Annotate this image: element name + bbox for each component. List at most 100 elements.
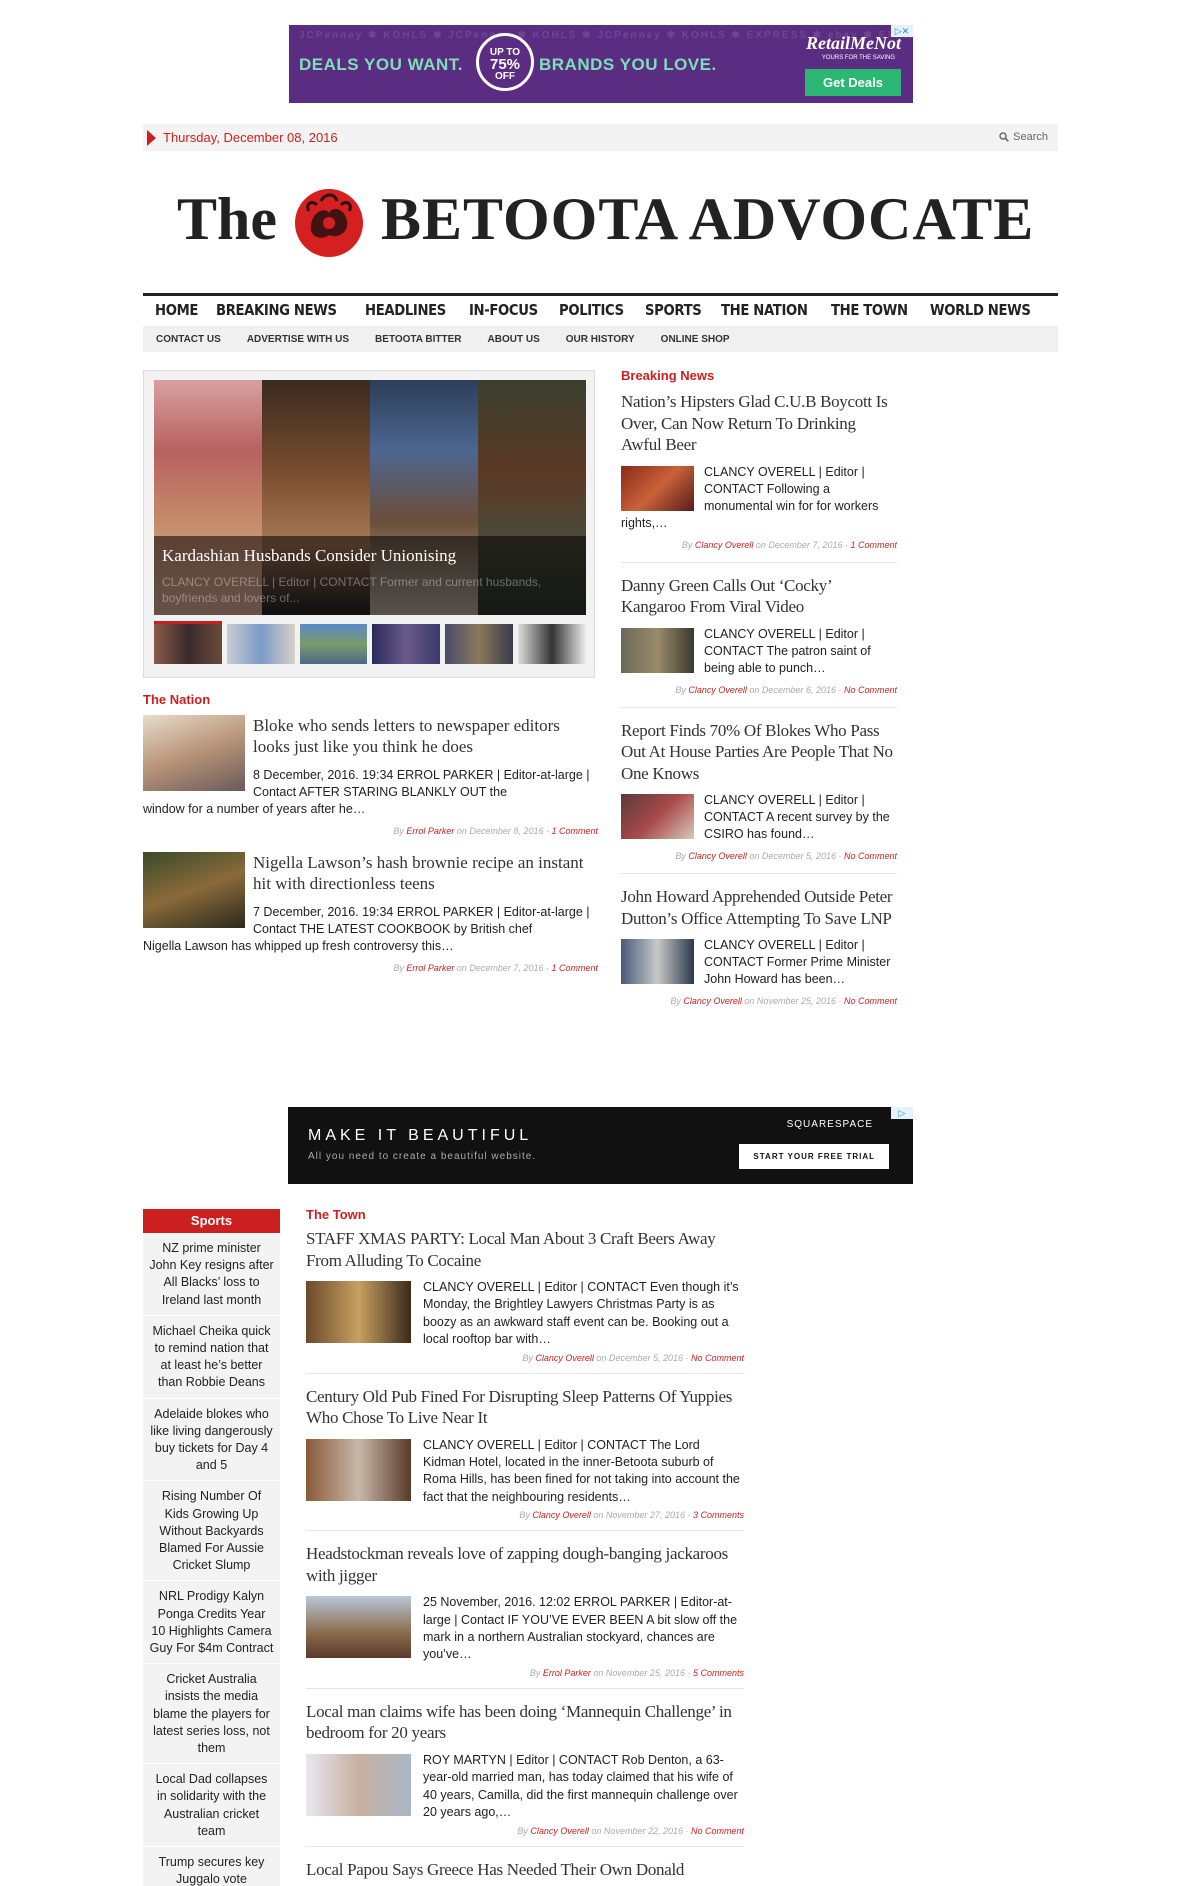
ad-subheadline: All you need to create a beautiful websi… xyxy=(308,1151,537,1162)
ad-brands-text: BRANDS YOU LOVE. xyxy=(539,55,717,74)
breaking-article: Report Finds 70% Of Blokes Who Pass Out … xyxy=(621,720,897,874)
article-headline[interactable]: Nation’s Hipsters Glad C.U.B Boycott Is … xyxy=(621,391,897,456)
section-heading-breaking-news[interactable]: Breaking News xyxy=(621,368,897,383)
article-author-link[interactable]: Clancy Overell xyxy=(688,685,747,695)
nav-world-news[interactable]: WORLD NEWS xyxy=(930,301,1031,319)
nav-home[interactable]: HOME xyxy=(155,301,198,319)
slider-thumbnail[interactable] xyxy=(445,624,514,664)
article-headline[interactable]: Danny Green Calls Out ‘Cocky’ Kangaroo F… xyxy=(621,575,897,618)
article-author-link[interactable]: Clancy Overell xyxy=(535,1353,594,1363)
meta-by: By xyxy=(670,996,681,1006)
article-headline[interactable]: STAFF XMAS PARTY: Local Man About 3 Craf… xyxy=(306,1228,744,1271)
article-thumbnail[interactable] xyxy=(621,939,694,984)
article-thumbnail[interactable] xyxy=(143,715,245,791)
section-heading-the-town[interactable]: The Town xyxy=(306,1207,744,1222)
squarespace-banner-ad[interactable]: MAKE IT BEAUTIFUL All you need to create… xyxy=(288,1107,913,1184)
subnav-betoota-bitter[interactable]: BETOOTA BITTER xyxy=(375,334,461,345)
nav-headlines[interactable]: HEADLINES xyxy=(365,301,446,319)
article-comments-link[interactable]: 1 Comment xyxy=(551,826,598,836)
adchoices-icon[interactable]: ▷✕ xyxy=(891,25,913,37)
article-thumbnail[interactable] xyxy=(306,1438,411,1501)
sports-link[interactable]: Adelaide blokes who like living dangerou… xyxy=(143,1399,280,1482)
slider-thumbnail[interactable] xyxy=(518,624,586,664)
slider-thumbnail[interactable] xyxy=(154,624,222,664)
article-author-link[interactable]: Errol Parker xyxy=(406,826,454,836)
sports-link[interactable]: Rising Number Of Kids Growing Up Without… xyxy=(143,1481,280,1582)
article-comments-link[interactable]: No Comment xyxy=(691,1353,744,1363)
article-author-link[interactable]: Clancy Overell xyxy=(530,1826,589,1836)
article-comments-link[interactable]: No Comment xyxy=(844,996,897,1006)
article-thumbnail[interactable] xyxy=(621,465,694,511)
article-headline[interactable]: Local man claims wife has been doing ‘Ma… xyxy=(306,1701,744,1744)
masthead[interactable]: The BETOOTA ADVOCATE xyxy=(143,175,1058,275)
article-thumbnail[interactable] xyxy=(306,1596,411,1659)
date-flag-icon xyxy=(147,130,156,146)
article-thumbnail[interactable] xyxy=(143,852,245,928)
slider-thumbnail[interactable] xyxy=(226,624,295,664)
sports-link[interactable]: NRL Prodigy Kalyn Ponga Credits Year 10 … xyxy=(143,1581,280,1665)
nav-politics[interactable]: POLITICS xyxy=(559,301,624,319)
article-thumbnail[interactable] xyxy=(306,1281,411,1343)
article-headline[interactable]: Local Papou Says Greece Has Needed Their… xyxy=(306,1859,744,1881)
article-headline[interactable]: Nigella Lawson’s hash brownie recipe an … xyxy=(253,852,598,894)
search-button[interactable]: Search xyxy=(999,131,1048,143)
subnav-our-history[interactable]: OUR HISTORY xyxy=(566,334,635,345)
article-date: on November 27, 2016 xyxy=(593,1510,685,1521)
nation-article: Bloke who sends letters to newspaper edi… xyxy=(143,715,598,836)
sports-link[interactable]: Michael Cheika quick to remind nation th… xyxy=(143,1316,280,1399)
sports-link[interactable]: Cricket Australia insists the media blam… xyxy=(143,1664,280,1765)
article-headline[interactable]: John Howard Apprehended Outside Peter Du… xyxy=(621,886,897,929)
town-article: Century Old Pub Fined For Disrupting Sle… xyxy=(306,1386,744,1532)
article-comments-link[interactable]: 1 Comment xyxy=(551,963,598,973)
sports-heading[interactable]: Sports xyxy=(143,1209,280,1233)
article-headline[interactable]: Century Old Pub Fined For Disrupting Sle… xyxy=(306,1386,744,1429)
article-headline[interactable]: Headstockman reveals love of zapping dou… xyxy=(306,1543,744,1586)
article-author-link[interactable]: Clancy Overell xyxy=(683,996,742,1006)
nav-in-focus[interactable]: IN-FOCUS xyxy=(469,301,538,319)
article-headline[interactable]: Report Finds 70% Of Blokes Who Pass Out … xyxy=(621,720,897,785)
subnav-advertise[interactable]: ADVERTISE WITH US xyxy=(247,334,349,345)
article-comments-link[interactable]: 5 Comments xyxy=(693,1668,744,1678)
top-banner-ad[interactable]: JCPenney ✱ KOHLS ✱ JCPenney ✱ KOHLS ✱ JC… xyxy=(289,25,913,103)
article-comments-link[interactable]: 3 Comments xyxy=(693,1510,744,1520)
article-thumbnail[interactable] xyxy=(621,627,694,673)
featured-caption[interactable]: Kardashian Husbands Consider Unionising … xyxy=(154,536,586,615)
article-author-link[interactable]: Clancy Overell xyxy=(688,851,747,861)
subnav-contact-us[interactable]: CONTACT US xyxy=(156,334,221,345)
slider-thumbnail[interactable] xyxy=(299,624,368,664)
article-author-link[interactable]: Clancy Overell xyxy=(695,540,754,550)
sports-link[interactable]: NZ prime minister John Key resigns after… xyxy=(143,1233,280,1316)
article-author-link[interactable]: Errol Parker xyxy=(406,963,454,973)
article-comments-link[interactable]: No Comment xyxy=(844,851,897,861)
article-author-link[interactable]: Clancy Overell xyxy=(532,1510,591,1520)
article-author-link[interactable]: Errol Parker xyxy=(543,1668,591,1678)
slider-thumbnail[interactable] xyxy=(372,624,441,664)
ad-free-trial-button[interactable]: START YOUR FREE TRIAL xyxy=(739,1144,889,1169)
subnav-online-shop[interactable]: ONLINE SHOP xyxy=(661,334,730,345)
subnav-about-us[interactable]: ABOUT US xyxy=(488,334,540,345)
breaking-news-section: Breaking News Nation’s Hipsters Glad C.U… xyxy=(621,368,897,1030)
nav-breaking-news[interactable]: BREAKING NEWS xyxy=(216,301,337,319)
meta-by: By xyxy=(522,1352,533,1363)
nav-the-town[interactable]: THE TOWN xyxy=(831,301,908,319)
article-meta: By Clancy Overell on November 25, 2016 ·… xyxy=(670,996,897,1006)
article-comments-link[interactable]: No Comment xyxy=(691,1826,744,1836)
article-body: CLANCY OVERELL | Editor | CONTACT A rece… xyxy=(621,792,897,843)
article-date: on December 6, 2016 xyxy=(749,684,836,695)
featured-headline[interactable]: Kardashian Husbands Consider Unionising xyxy=(162,546,578,566)
nav-sports[interactable]: SPORTS xyxy=(645,301,702,319)
ad-get-deals-button[interactable]: Get Deals xyxy=(805,69,901,96)
article-headline[interactable]: Bloke who sends letters to newspaper edi… xyxy=(253,715,598,757)
adchoices-icon[interactable]: ▷ xyxy=(891,1107,913,1119)
article-comments-link[interactable]: No Comment xyxy=(844,685,897,695)
nav-the-nation[interactable]: THE NATION xyxy=(721,301,808,319)
article-meta: By Clancy Overell on December 6, 2016 · … xyxy=(675,684,897,695)
article-thumbnail[interactable] xyxy=(306,1753,411,1816)
sports-link[interactable]: Trump secures key Juggalo vote xyxy=(143,1847,280,1886)
article-comments-link[interactable]: 1 Comment xyxy=(850,540,897,550)
betoota-crest-icon xyxy=(295,189,363,257)
section-heading-the-nation[interactable]: The Nation xyxy=(143,692,598,707)
featured-excerpt: CLANCY OVERELL | Editor | CONTACT Former… xyxy=(162,575,542,605)
sports-link[interactable]: Local Dad collapses in solidarity with t… xyxy=(143,1764,280,1848)
article-thumbnail[interactable] xyxy=(621,794,694,839)
